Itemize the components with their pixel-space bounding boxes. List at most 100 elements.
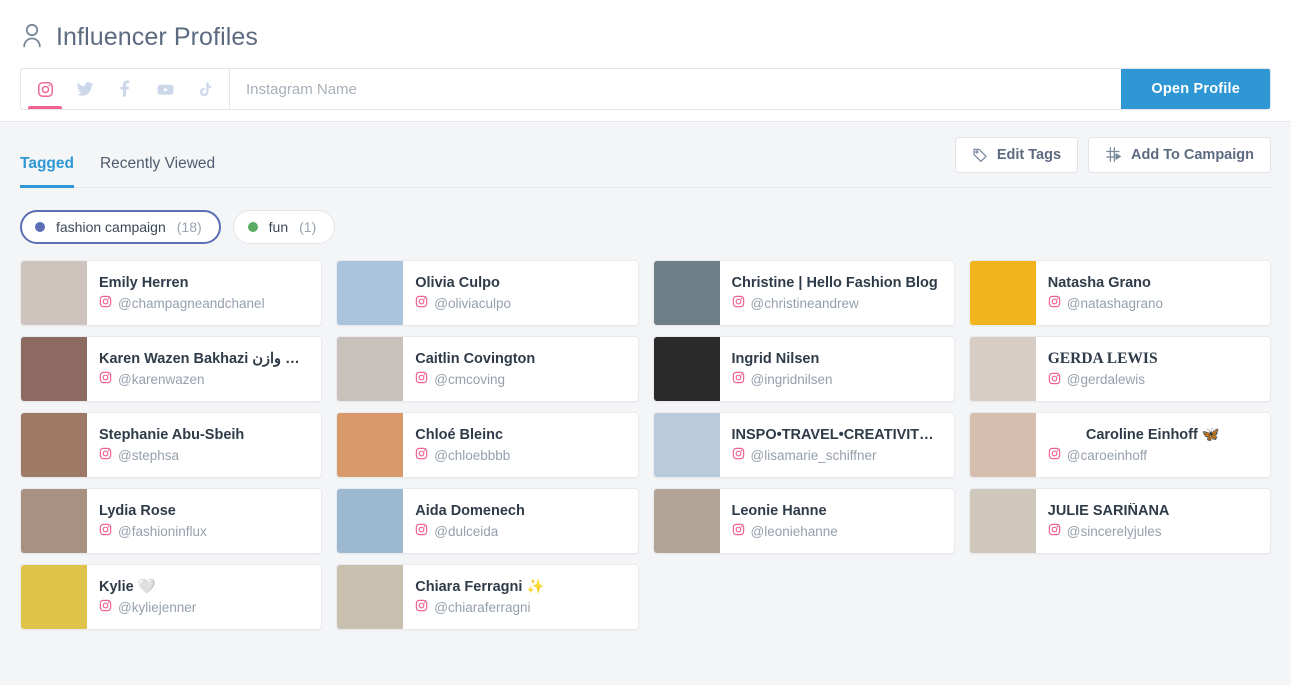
network-tab-facebook[interactable] — [105, 69, 145, 109]
profile-card[interactable]: Karen Wazen Bakhazi كارن وازن... @karenwa… — [20, 336, 323, 402]
profile-handle: @karenwazen — [118, 371, 205, 387]
avatar — [337, 489, 404, 553]
profile-card-text: Karen Wazen Bakhazi كارن وازن... @karenwa… — [87, 337, 321, 401]
tag-filter-count: (18) — [176, 219, 202, 235]
profile-card[interactable]: INSPO•TRAVEL•CREATIVITY•... @lisamarie_sc… — [652, 412, 955, 478]
profile-card-text: Chloé Bleinc @chloebbbb — [403, 413, 637, 477]
network-tab-instagram[interactable] — [25, 69, 65, 109]
profile-card[interactable]: Leonie Hanne @leoniehanne — [652, 488, 955, 554]
avatar — [337, 413, 404, 477]
profile-handle-row: @champagneandchanel — [99, 295, 309, 311]
profile-handle-row: @cmcoving — [415, 371, 625, 387]
page-body: Tagged Recently Viewed Edit Tags Add To … — [0, 122, 1291, 630]
profile-handle-row: @stephsa — [99, 447, 309, 463]
tag-filter-label: fashion campaign — [56, 219, 166, 235]
profile-handle: @sincerelyjules — [1066, 523, 1162, 539]
instagram-icon — [37, 81, 54, 98]
profile-card[interactable]: Emily Herren @champagneandchanel — [20, 260, 323, 326]
profile-handle-row: @lisamarie_schiffner — [732, 447, 942, 463]
profile-handle-row: @natashagrano — [1048, 295, 1258, 311]
profile-handle-row: @chiaraferragni — [415, 599, 625, 615]
tab-list: Tagged Recently Viewed — [20, 122, 215, 188]
network-tab-twitter[interactable] — [65, 69, 105, 109]
avatar — [337, 565, 404, 629]
profile-name: JULIE SARIÑANA — [1047, 502, 1170, 519]
open-profile-button[interactable]: Open Profile — [1121, 69, 1270, 109]
profile-card[interactable]: Natasha Grano @natashagrano — [968, 260, 1271, 326]
profile-card[interactable]: Ingrid Nilsen @ingridnilsen — [652, 336, 955, 402]
profile-card[interactable]: Lydia Rose @fashioninflux — [20, 488, 323, 554]
profile-handle-row: @christineandrew — [732, 295, 942, 311]
profile-handle-row: @sincerelyjules — [1048, 523, 1258, 539]
profile-card-text: Leonie Hanne @leoniehanne — [720, 489, 954, 553]
instagram-icon — [415, 295, 428, 311]
profile-handle: @oliviaculpo — [434, 295, 511, 311]
profile-name: Olivia Culpo — [415, 274, 500, 291]
person-icon — [20, 22, 44, 53]
network-tab-youtube[interactable] — [145, 69, 185, 109]
avatar — [337, 337, 404, 401]
search-bar: Open Profile — [20, 68, 1271, 110]
profile-handle: @natashagrano — [1066, 295, 1164, 311]
profile-name: Caroline Einhoff 🦋 — [1085, 426, 1220, 443]
instagram-icon — [732, 371, 745, 387]
avatar — [21, 337, 87, 401]
profile-card[interactable]: Aida Domenech @dulceida — [336, 488, 639, 554]
tab-recently-viewed[interactable]: Recently Viewed — [100, 155, 215, 187]
youtube-icon — [156, 80, 175, 99]
profile-name: Ingrid Nilsen — [731, 350, 820, 367]
profile-name: Leonie Hanne — [731, 502, 827, 519]
profile-name: Lydia Rose — [99, 502, 176, 519]
profile-card[interactable]: Stephanie Abu-Sbeih @stephsa — [20, 412, 323, 478]
instagram-icon — [415, 447, 428, 463]
profile-card[interactable]: Chloé Bleinc @chloebbbb — [336, 412, 639, 478]
profile-card-text: INSPO•TRAVEL•CREATIVITY•... @lisamarie_sc… — [720, 413, 954, 477]
add-to-campaign-button[interactable]: Add To Campaign — [1088, 136, 1271, 173]
profile-handle: @caroeinhoff — [1066, 447, 1148, 463]
profile-handle-row: @fashioninflux — [99, 523, 309, 539]
search-input[interactable] — [230, 69, 1122, 109]
profile-card-text: Natasha Grano @natashagrano — [1036, 261, 1270, 325]
instagram-icon — [99, 599, 112, 615]
avatar — [21, 489, 87, 553]
avatar — [653, 413, 720, 477]
add-to-campaign-label: Add To Campaign — [1131, 146, 1254, 163]
profile-card[interactable]: Olivia Culpo @oliviaculpo — [336, 260, 639, 326]
profile-card-text: GERDA LEWIS @gerdalewis — [1036, 337, 1270, 401]
profile-card-text: Lydia Rose @fashioninflux — [87, 489, 321, 553]
profile-handle-row: @ingridnilsen — [732, 371, 942, 387]
avatar — [21, 261, 87, 325]
tag-filter-count: (1) — [299, 219, 317, 235]
profile-card[interactable]: JULIE SARIÑANA @sincerelyjules — [968, 488, 1271, 554]
network-tab-tiktok[interactable] — [185, 69, 225, 109]
instagram-icon — [732, 523, 745, 539]
profile-name: Emily Herren — [99, 274, 189, 291]
tag-color-dot — [247, 222, 258, 232]
tag-filter-chip[interactable]: fun (1) — [232, 210, 336, 244]
profile-handle-row: @chloebbbb — [415, 447, 625, 463]
tag-filter-chip[interactable]: fashion campaign (18) — [20, 210, 221, 244]
profile-card[interactable]: Kylie 🤍 @kyliejenner — [20, 564, 323, 630]
edit-tags-button[interactable]: Edit Tags — [954, 136, 1079, 173]
profile-card[interactable]: Christine | Hello Fashion Blog @christine… — [652, 260, 955, 326]
profile-card[interactable]: GERDA LEWIS @gerdalewis — [968, 336, 1271, 402]
profile-card-text: Kylie 🤍 @kyliejenner — [87, 565, 321, 629]
profile-handle: @cmcoving — [434, 371, 505, 387]
tabs-row: Tagged Recently Viewed Edit Tags Add To … — [20, 122, 1271, 188]
profile-handle: @christineandrew — [750, 295, 859, 311]
page-header: Influencer Profiles Instagram Name Open … — [0, 0, 1291, 122]
profile-card-text: Chiara Ferragni ✨ @chiaraferragni — [403, 565, 637, 629]
tab-tagged[interactable]: Tagged — [20, 155, 74, 188]
avatar — [969, 261, 1036, 325]
profile-card[interactable]: Caroline Einhoff 🦋 @caroeinhoff — [968, 412, 1271, 478]
instagram-icon — [99, 523, 112, 539]
profile-card[interactable]: Chiara Ferragni ✨ @chiaraferragni — [336, 564, 639, 630]
instagram-icon — [415, 523, 428, 539]
profile-card[interactable]: Caitlin Covington @cmcoving — [336, 336, 639, 402]
profile-name: Natasha Grano — [1047, 274, 1151, 291]
profile-handle: @chloebbbb — [434, 447, 511, 463]
profile-handle: @stephsa — [118, 447, 179, 463]
profile-handle: @kyliejenner — [118, 599, 197, 615]
instagram-icon — [1048, 447, 1061, 463]
avatar — [653, 489, 720, 553]
